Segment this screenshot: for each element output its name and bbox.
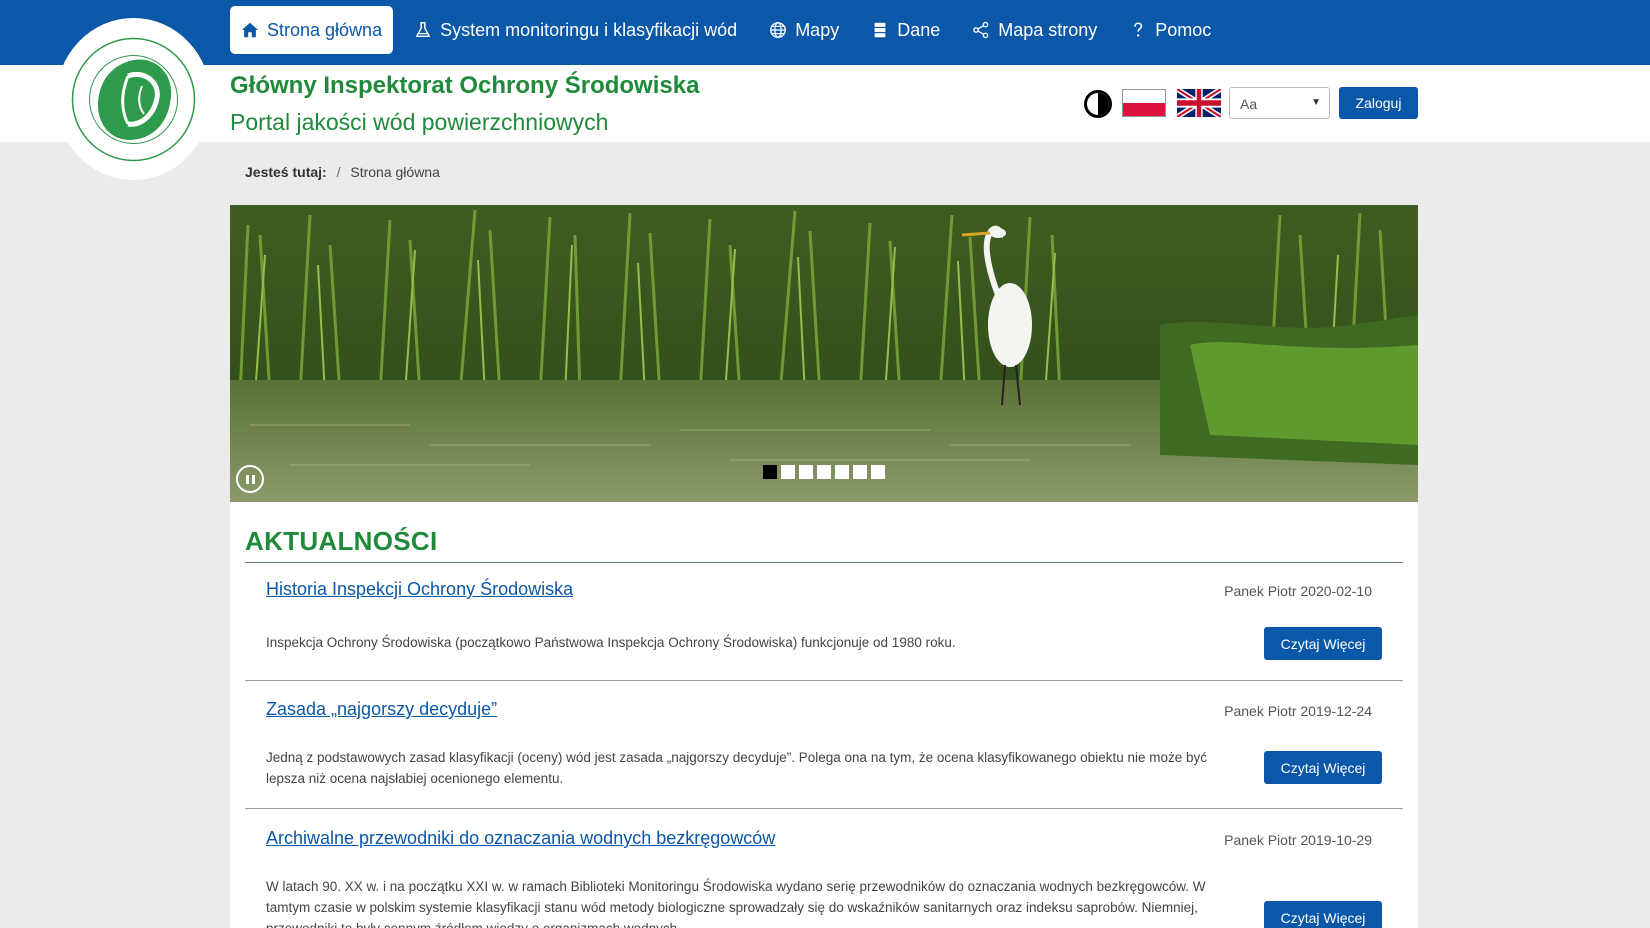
slider-pagination	[763, 465, 885, 479]
chevron-down-icon: ▼	[1311, 97, 1321, 108]
news-heading: AKTUALNOŚCI	[245, 526, 438, 556]
news-section: AKTUALNOŚCI Historia Inspekcji Ochrony Ś…	[230, 502, 1418, 928]
nav-item-label: Dane	[897, 19, 941, 40]
read-more-button[interactable]: Czytaj Więcej	[1264, 901, 1382, 928]
slider-dot[interactable]	[781, 465, 795, 479]
home-icon	[241, 22, 259, 38]
hero-slider	[230, 205, 1418, 502]
nav-item-maps[interactable]: Mapy	[758, 6, 850, 54]
slider-dot[interactable]	[835, 465, 849, 479]
gios-logo[interactable]	[56, 18, 211, 180]
uk-flag-icon[interactable]	[1176, 86, 1222, 120]
egret-wetland-image	[230, 205, 1418, 502]
breadcrumb-current: Strona główna	[350, 164, 440, 180]
article-title-link[interactable]: Zasada „najgorszy decyduje”	[266, 699, 497, 720]
nav-item-label: System monitoringu i klasyfikacji wód	[440, 19, 738, 40]
news-divider	[245, 562, 1403, 563]
flask-icon	[416, 22, 431, 38]
globe-icon	[770, 22, 787, 38]
nav-item-label: Mapa strony	[998, 19, 1098, 40]
contrast-toggle-button[interactable]	[1084, 90, 1112, 118]
font-size-value: Aa	[1240, 96, 1258, 112]
polish-flag-icon[interactable]	[1122, 89, 1166, 117]
slider-dot[interactable]	[763, 465, 777, 479]
nav-item-help[interactable]: Pomoc	[1118, 6, 1222, 54]
nav-item-label: Mapy	[795, 19, 840, 40]
slider-dot[interactable]	[817, 465, 831, 479]
nav-item-label: Pomoc	[1155, 19, 1212, 40]
slider-dot[interactable]	[799, 465, 813, 479]
article-meta: Panek Piotr 2020-02-10	[1224, 583, 1372, 599]
read-more-button[interactable]: Czytaj Więcej	[1264, 751, 1382, 784]
article-divider	[245, 808, 1403, 809]
top-navbar: Strona główna System monitoringu i klasy…	[0, 0, 1650, 65]
font-size-select[interactable]: Aa ▼	[1229, 87, 1330, 119]
article-divider	[245, 680, 1403, 681]
nav-item-data[interactable]: Dane	[860, 6, 951, 54]
login-button[interactable]: Zaloguj	[1339, 87, 1418, 119]
slider-dot[interactable]	[853, 465, 867, 479]
nav-item-monitoring[interactable]: System monitoringu i klasyfikacji wód	[403, 6, 748, 54]
article-meta: Panek Piotr 2019-12-24	[1224, 703, 1372, 719]
article-meta: Panek Piotr 2019-10-29	[1224, 832, 1372, 848]
article-title-link[interactable]: Archiwalne przewodniki do oznaczania wod…	[266, 828, 775, 849]
breadcrumb-label: Jesteś tutaj:	[245, 164, 327, 180]
main-menu: Strona główna System monitoringu i klasy…	[230, 6, 1222, 54]
read-more-button[interactable]: Czytaj Więcej	[1264, 627, 1382, 660]
article-summary: Inspekcja Ochrony Środowiska (początkowo…	[266, 635, 956, 650]
share-icon	[973, 21, 989, 39]
article-summary: Jedną z podstawowych zasad klasyfikacji …	[266, 750, 1207, 786]
article-title-link[interactable]: Historia Inspekcji Ochrony Środowiska	[266, 579, 573, 600]
database-icon	[874, 22, 886, 38]
slider-dot[interactable]	[871, 465, 885, 479]
article-summary: W latach 90. XX w. i na początku XXI w. …	[266, 879, 1206, 928]
site-header: Główny Inspektorat Ochrony Środowiska Po…	[0, 65, 1650, 142]
nav-item-label: Strona główna	[267, 19, 383, 40]
question-icon	[1134, 22, 1143, 37]
site-title: Główny Inspektorat Ochrony Środowiska	[230, 72, 700, 99]
slider-pause-button[interactable]	[236, 465, 264, 493]
site-subtitle: Portal jakości wód powierzchniowych	[230, 109, 609, 135]
nav-item-home[interactable]: Strona główna	[230, 6, 394, 54]
breadcrumb: Jesteś tutaj: / Strona główna	[245, 164, 440, 180]
nav-item-sitemap[interactable]: Mapa strony	[961, 6, 1108, 54]
breadcrumb-separator: /	[336, 164, 341, 180]
